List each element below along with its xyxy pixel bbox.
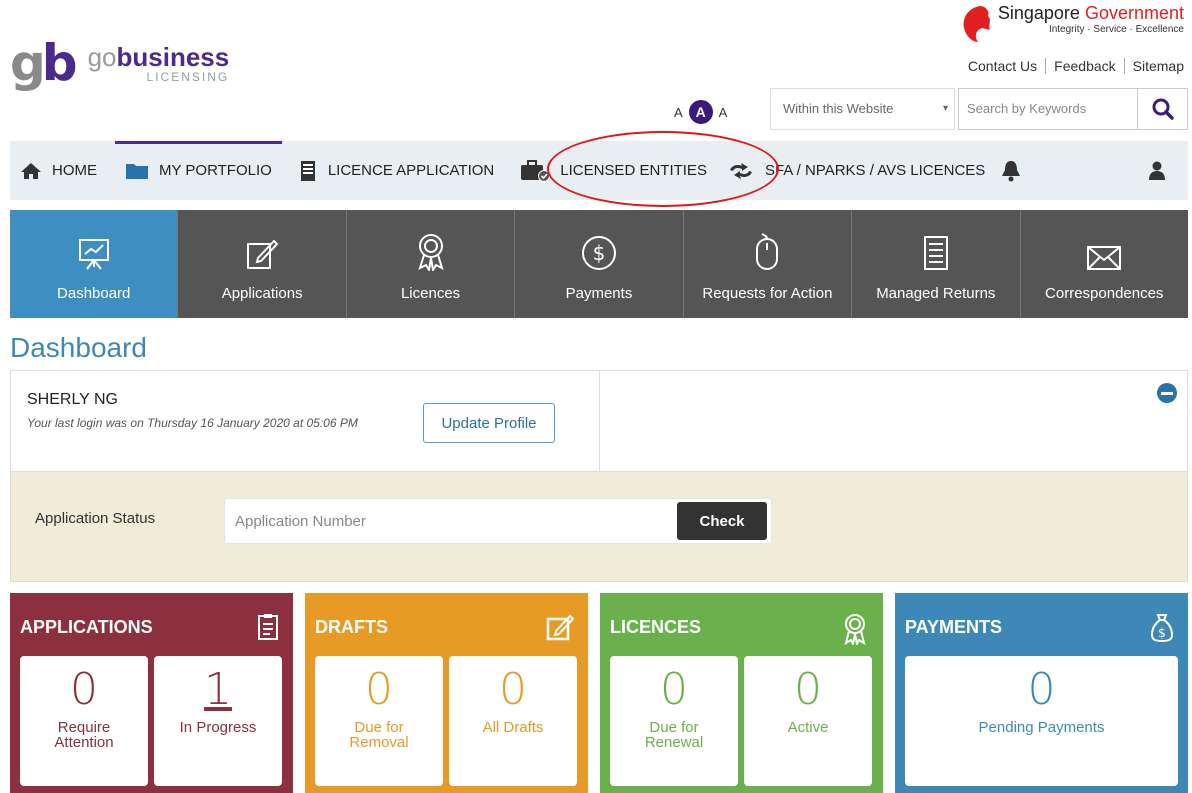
user-account-button[interactable] bbox=[1138, 141, 1188, 200]
card-title: LICENCES bbox=[610, 617, 702, 637]
award-ribbon-icon bbox=[844, 614, 866, 645]
brand-sub: LICENSING bbox=[146, 69, 230, 84]
envelope-icon bbox=[1087, 246, 1122, 270]
home-icon bbox=[21, 162, 41, 179]
form-icon bbox=[300, 160, 315, 181]
svg-text:$: $ bbox=[1158, 626, 1166, 640]
briefcase-check-icon bbox=[521, 159, 551, 182]
font-size-large[interactable]: A bbox=[719, 105, 728, 120]
notifications-button[interactable] bbox=[991, 141, 1031, 200]
lion-head-icon bbox=[963, 6, 990, 42]
presentation-chart-icon bbox=[78, 239, 109, 270]
award-ribbon-icon bbox=[417, 234, 444, 271]
due-for-renewal-box[interactable]: 0 Due for Renewal bbox=[610, 656, 738, 786]
dropdown-arrow-icon: ▾ bbox=[942, 103, 948, 114]
mouse-icon bbox=[756, 233, 779, 270]
profile-panel: SHERLY NG Your last login was on Thursda… bbox=[10, 370, 1188, 472]
tile-requests-for-action[interactable]: Requests for Action bbox=[682, 210, 851, 318]
check-button[interactable]: Check bbox=[677, 502, 767, 540]
font-size-small[interactable]: A bbox=[674, 105, 683, 120]
header: gb gobusiness LICENSING Singapore Govern… bbox=[0, 0, 1192, 140]
document-list-icon bbox=[923, 236, 948, 270]
gov-tagline: Integrity · Service · Excellence bbox=[1048, 24, 1184, 35]
gov-title-2: Government bbox=[1084, 3, 1184, 23]
active-box[interactable]: 0 Active bbox=[744, 656, 872, 786]
applications-card: APPLICATIONS 0 Require Attention 1 In Pr… bbox=[10, 593, 293, 793]
search-button[interactable] bbox=[1137, 89, 1187, 129]
application-number-input[interactable]: Application Number Check bbox=[224, 498, 772, 544]
pending-payments-box[interactable]: 0 Pending Payments bbox=[905, 656, 1178, 786]
font-size-medium[interactable]: A bbox=[688, 100, 713, 124]
annotation-circle bbox=[547, 131, 779, 207]
tile-correspondences[interactable]: Correspondences bbox=[1019, 210, 1188, 318]
edit-icon bbox=[546, 614, 574, 641]
collapse-icon[interactable] bbox=[1157, 383, 1177, 403]
utility-links: Contact Us Feedback Sitemap bbox=[960, 58, 1192, 74]
payments-card: PAYMENTS $ 0 Pending Payments bbox=[895, 593, 1188, 793]
tile-licences[interactable]: Licences bbox=[345, 210, 514, 318]
last-login-text: Your last login was on Thursday 16 Janua… bbox=[27, 416, 358, 430]
tile-applications[interactable]: Applications bbox=[177, 210, 345, 318]
sitemap-link[interactable]: Sitemap bbox=[1123, 58, 1192, 74]
folder-icon bbox=[126, 163, 148, 179]
card-title: DRAFTS bbox=[315, 617, 388, 637]
nav-licence-application[interactable]: LICENCE APPLICATION bbox=[290, 141, 504, 200]
gobusiness-logo[interactable]: gb gobusiness LICENSING bbox=[10, 38, 229, 88]
application-status-label: Application Status bbox=[35, 510, 156, 527]
bell-icon bbox=[1002, 160, 1021, 181]
page-title: Dashboard bbox=[10, 332, 147, 363]
tile-managed-returns[interactable]: Managed Returns bbox=[851, 210, 1019, 318]
singapore-government-logo[interactable]: Singapore Government Integrity · Service… bbox=[960, 4, 1184, 44]
edit-icon bbox=[247, 239, 279, 269]
dashboard-tiles: Dashboard Applications Licences $ Paymen… bbox=[10, 210, 1188, 318]
gov-title-1: Singapore bbox=[997, 3, 1080, 23]
drafts-card: DRAFTS 0 Due for Removal 0 All Drafts bbox=[305, 593, 588, 793]
require-attention-box[interactable]: 0 Require Attention bbox=[20, 656, 148, 786]
nav-my-portfolio[interactable]: MY PORTFOLIO bbox=[115, 141, 282, 200]
tile-dashboard[interactable]: Dashboard bbox=[10, 210, 178, 318]
user-name: SHERLY NG bbox=[27, 391, 118, 408]
contact-us-link[interactable]: Contact Us bbox=[960, 58, 1045, 74]
nav-home[interactable]: HOME bbox=[10, 141, 107, 200]
search-scope-select[interactable]: Within this Website ▾ bbox=[770, 88, 955, 130]
user-icon bbox=[1149, 161, 1165, 180]
font-size-controls: A A A bbox=[674, 100, 727, 124]
in-progress-box[interactable]: 1 In Progress bbox=[154, 656, 282, 786]
application-status-panel: Application Status Application Number Ch… bbox=[10, 472, 1188, 582]
update-profile-button[interactable]: Update Profile bbox=[423, 403, 555, 443]
money-bag-icon: $ bbox=[1150, 614, 1174, 643]
feedback-link[interactable]: Feedback bbox=[1045, 58, 1123, 74]
brand-name: gobusiness bbox=[87, 41, 230, 72]
all-drafts-box[interactable]: 0 All Drafts bbox=[449, 656, 577, 786]
dollar-circle-icon: $ bbox=[581, 236, 616, 270]
summary-cards: APPLICATIONS 0 Require Attention 1 In Pr… bbox=[10, 593, 1188, 793]
search-icon bbox=[1152, 98, 1174, 120]
search-input[interactable]: Search by Keywords bbox=[958, 88, 1188, 130]
tile-payments[interactable]: $ Payments bbox=[514, 210, 682, 318]
clipboard-icon bbox=[258, 614, 278, 640]
card-title: APPLICATIONS bbox=[20, 617, 153, 637]
due-for-removal-box[interactable]: 0 Due for Removal bbox=[315, 656, 443, 786]
svg-text:$: $ bbox=[593, 241, 606, 265]
card-title: PAYMENTS bbox=[905, 617, 1003, 637]
licences-card: LICENCES 0 Due for Renewal 0 Active bbox=[600, 593, 883, 793]
gb-logo-mark: gb bbox=[10, 34, 78, 92]
